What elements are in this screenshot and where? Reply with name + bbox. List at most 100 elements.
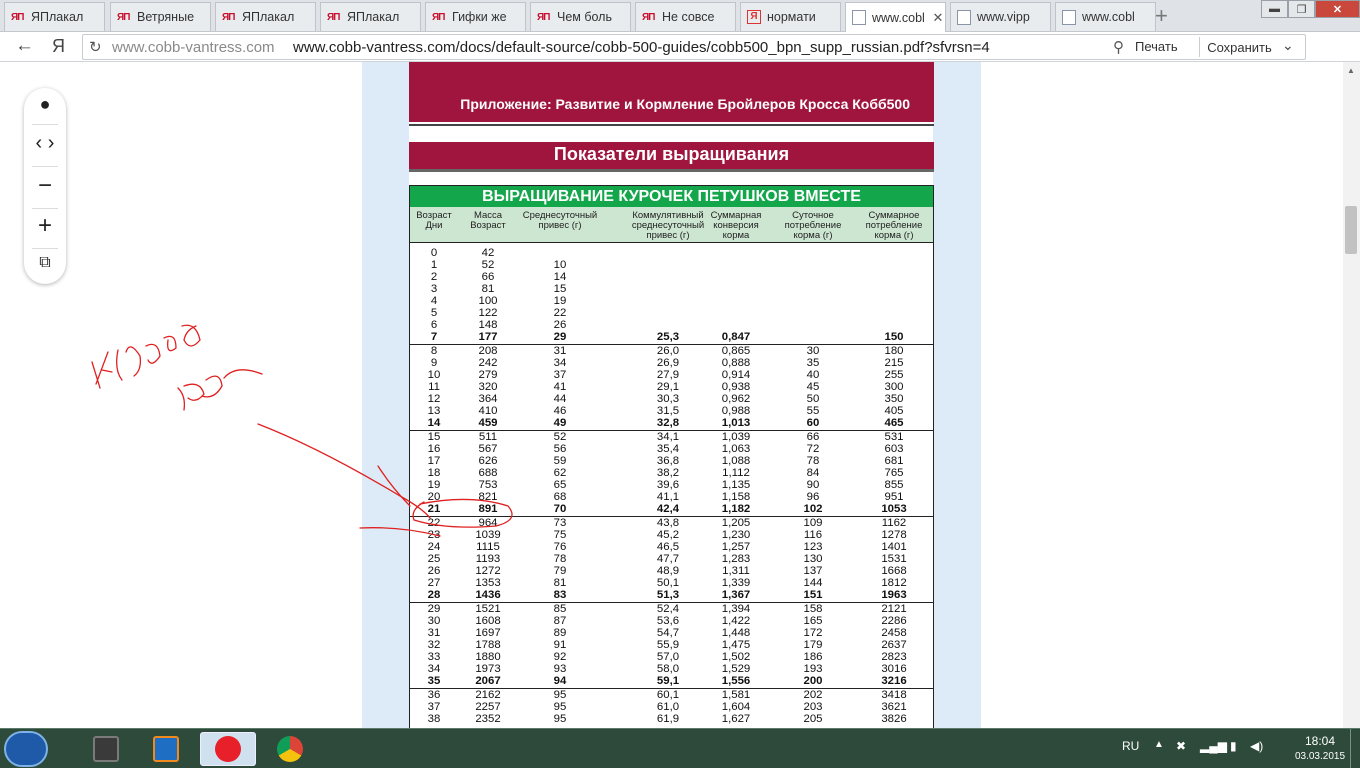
tab-5[interactable]: ЯП Чем боль — [530, 2, 631, 31]
close-window-button[interactable]: ✕ — [1315, 0, 1360, 18]
language-indicator[interactable]: RU — [1122, 739, 1139, 753]
tab-0[interactable]: ЯП ЯПлакал — [4, 2, 105, 31]
table-cell: 2286 — [881, 615, 907, 627]
window-controls: ▬ ❐ ✕ — [1261, 0, 1360, 18]
tab-2[interactable]: ЯП ЯПлакал — [215, 2, 316, 31]
new-tab-button[interactable]: + — [1155, 3, 1168, 29]
table-cell: 96 — [806, 491, 820, 503]
table-cell: 2121 — [881, 603, 907, 615]
clock[interactable]: 18:04 03.03.2015 — [1290, 733, 1350, 765]
table-cell: 1401 — [881, 541, 907, 553]
table-cell: 2823 — [881, 651, 907, 663]
address-bar[interactable]: ↻ www.cobb-vantress.com www.cobb-vantres… — [82, 34, 1306, 60]
taskbar-chrome-icon[interactable] — [262, 732, 318, 766]
taskbar-explorer-icon[interactable] — [78, 732, 134, 766]
start-button[interactable] — [4, 731, 48, 767]
table-cell: 79 — [553, 565, 567, 577]
table-cell: 130 — [803, 553, 823, 565]
table-cell: 49 — [553, 417, 567, 429]
tab-6[interactable]: ЯП Не совсе — [635, 2, 736, 31]
page-nav-icon[interactable]: ‹ › — [24, 132, 66, 155]
fit-page-icon[interactable]: ⧉ — [24, 254, 66, 272]
table-cell: 205 — [803, 713, 823, 725]
table-cell: 151 — [803, 589, 823, 601]
yandex-logo-icon[interactable]: Я — [52, 36, 65, 57]
table-cell: 179 — [803, 639, 823, 651]
chevron-down-icon[interactable]: ⌄ — [1282, 37, 1294, 54]
table-cell: 10 — [427, 369, 441, 381]
table-cell: 3 — [430, 283, 438, 295]
back-icon[interactable]: ← — [15, 35, 34, 57]
tab-4[interactable]: ЯП Гифки же — [425, 2, 526, 31]
table-cell: 1,230 — [721, 529, 751, 541]
table-cell: 12 — [427, 393, 441, 405]
table-cell: 14 — [553, 271, 567, 283]
tab-8[interactable]: www.cobl ✕ — [845, 2, 946, 32]
tab-label: www.cobl — [872, 10, 925, 25]
battery-icon[interactable]: ▮ — [1230, 739, 1237, 753]
table-cell: 1,283 — [721, 553, 751, 565]
table-cell: 5 — [430, 307, 438, 319]
table-cell: 20 — [427, 491, 441, 503]
signal-icon[interactable]: ▂▄▆ — [1200, 739, 1227, 753]
table-cell: 46 — [553, 405, 567, 417]
table-cell: 50 — [806, 393, 820, 405]
table-cell: 2067 — [475, 675, 501, 687]
tab-3[interactable]: ЯП ЯПлакал — [320, 2, 421, 31]
taskbar-yandex-browser-icon[interactable] — [200, 732, 256, 766]
search-icon[interactable]: ⚲ — [1113, 38, 1124, 56]
table-cell: 78 — [553, 553, 567, 565]
tray-expand-icon[interactable]: ▲ — [1154, 739, 1164, 750]
pdf-viewer[interactable]: Приложение: Развитие и Кормление Бройлер… — [0, 62, 1360, 728]
zoom-in-button[interactable]: + — [24, 212, 66, 240]
close-tab-icon[interactable]: ✕ — [931, 10, 945, 26]
taskbar-media-player-icon[interactable] — [138, 732, 194, 766]
scroll-up-icon[interactable]: ▲ — [1347, 66, 1355, 75]
table-cell: 11 — [428, 381, 440, 393]
tab-9[interactable]: www.vipp — [950, 2, 1051, 31]
tab-7[interactable]: Янормати — [740, 2, 841, 31]
url-text[interactable]: www.cobb-vantress.com/docs/default-sourc… — [293, 39, 990, 56]
table-cell: 29 — [553, 331, 567, 343]
table-cell: 73 — [553, 517, 567, 529]
save-button[interactable]: Сохранить — [1199, 37, 1279, 57]
table-cell: 1,135 — [721, 479, 751, 491]
table-cell: 68 — [553, 491, 567, 503]
table-cell: 66 — [806, 431, 820, 443]
show-desktop-button[interactable] — [1350, 729, 1360, 768]
table-cell: 9 — [430, 357, 438, 369]
table-cell: 186 — [803, 651, 823, 663]
table-cell: 180 — [884, 345, 904, 357]
table-cell: 76 — [553, 541, 567, 553]
print-button[interactable]: Печать — [1135, 39, 1178, 54]
tab-10[interactable]: www.cobl — [1055, 2, 1156, 31]
network-icon[interactable]: ✖ — [1176, 739, 1186, 753]
table-cell: 94 — [553, 675, 567, 687]
volume-icon[interactable]: ◀) — [1250, 739, 1263, 753]
table-cell: 1278 — [881, 529, 907, 541]
zoom-out-button[interactable]: − — [24, 172, 66, 200]
table-cell: 0,865 — [721, 345, 751, 357]
table-cell: 753 — [478, 479, 498, 491]
vertical-scrollbar[interactable]: ▲ — [1343, 62, 1360, 728]
table-cell: 78 — [806, 455, 820, 467]
tab-label: ЯПлакал — [31, 10, 84, 24]
table-cell: 22 — [427, 517, 441, 529]
column-header-0: Возраст Дни — [416, 210, 452, 231]
table-cell: 40 — [806, 369, 820, 381]
table-cell: 109 — [803, 517, 823, 529]
table-cell: 531 — [884, 431, 904, 443]
table-cell: 459 — [478, 417, 498, 429]
table-cell: 23 — [427, 529, 441, 541]
table-cell: 34 — [427, 663, 441, 675]
maximize-button[interactable]: ❐ — [1288, 0, 1315, 18]
table-cell: 1039 — [475, 529, 501, 541]
tab-label: ЯПлакал — [242, 10, 295, 24]
tab-1[interactable]: ЯП Ветряные — [110, 2, 211, 31]
scrollbar-thumb[interactable] — [1345, 206, 1357, 254]
minimize-button[interactable]: ▬ — [1261, 0, 1288, 18]
reload-icon[interactable]: ↻ — [89, 38, 102, 56]
table-cell: 42 — [481, 247, 495, 259]
cursor-dot-icon[interactable]: ● — [24, 94, 66, 115]
tab-label: Гифки же — [452, 10, 507, 24]
